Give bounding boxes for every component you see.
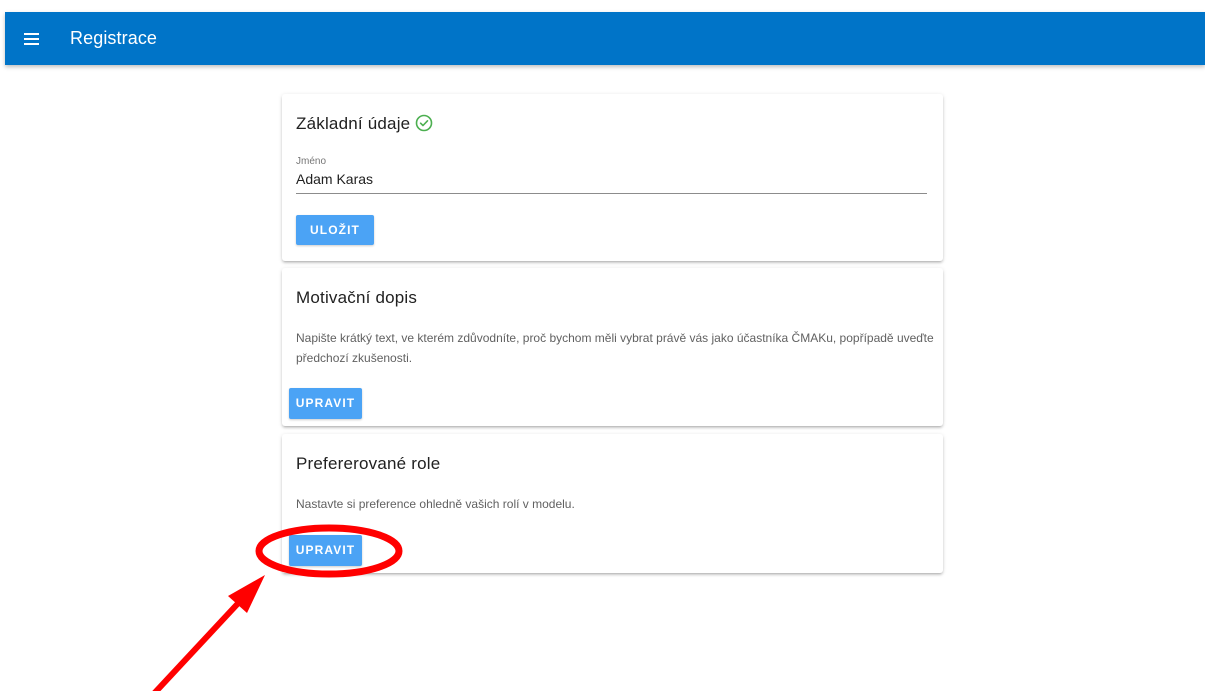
roles-title: Prefererované role — [296, 454, 441, 473]
basic-info-title: Základní údaje — [296, 114, 411, 133]
app-title: Registrace — [70, 28, 158, 48]
menu-button[interactable] — [21, 27, 45, 51]
basic-info-card: Základní údaje Jméno ULOŽIT — [282, 94, 943, 261]
motivation-title: Motivační dopis — [296, 288, 418, 307]
motivation-description: Napište krátký text, ve kterém zdůvodnít… — [296, 331, 934, 365]
annotation-arrow-head — [228, 575, 265, 613]
roles-description: Nastavte si preference ohledně vašich ro… — [296, 497, 575, 511]
menu-icon-line — [24, 33, 39, 35]
app-bar: Registrace — [5, 12, 1205, 65]
motivation-edit-button[interactable]: UPRAVIT — [289, 388, 362, 419]
roles-edit-button[interactable]: UPRAVIT — [289, 535, 362, 566]
menu-icon-line — [24, 38, 39, 40]
annotation-arrow-shaft — [152, 595, 246, 691]
check-circle-icon — [415, 114, 433, 132]
roles-card: Prefererované role Nastavte si preferenc… — [282, 434, 943, 573]
name-input[interactable] — [296, 171, 926, 187]
name-input-underline — [296, 193, 927, 194]
motivation-card: Motivační dopis Napište krátký text, ve … — [282, 268, 943, 426]
name-label: Jméno — [296, 156, 327, 167]
menu-icon-line — [24, 43, 39, 45]
save-button[interactable]: ULOŽIT — [296, 215, 374, 245]
